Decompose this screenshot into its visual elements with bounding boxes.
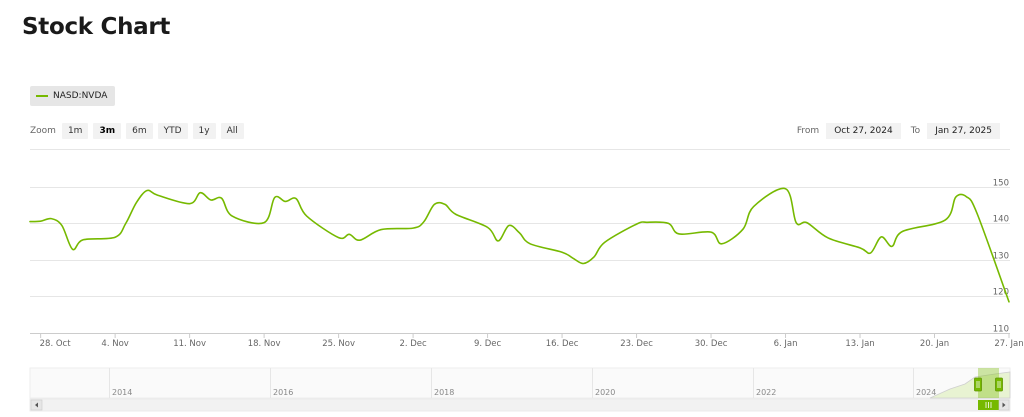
scrollbar-track[interactable] [29,398,1011,412]
price-point [432,202,436,206]
price-point [805,221,809,225]
price-point [901,229,905,233]
price-point [592,255,596,259]
x-axis-ticks: 28. Oct 4. Nov 11. Nov 18. Nov 25. Nov 2. Dec… [30,333,1024,349]
price-point [81,238,85,242]
price-point [581,262,585,266]
price-point [964,195,968,199]
price-point [571,256,575,260]
x-tick-label: 23. Dec [620,339,653,349]
price-point [422,220,426,224]
price-point [645,220,649,224]
x-tick-label: 30. Dec [695,339,728,349]
price-point [134,201,138,205]
price-point [294,197,298,201]
price-point [826,236,830,240]
price-point [28,220,32,224]
price-point [379,228,383,232]
scrollbar[interactable] [29,398,1011,412]
navigator-year-label: 2018 [434,388,454,397]
navigator-background [29,367,1011,399]
y-tick-label: 140 [993,215,1009,225]
price-series-line [29,187,1010,303]
price-point [273,195,277,199]
price-point [784,187,788,191]
price-point [113,235,117,239]
x-tick-label: 11. Nov [173,339,206,349]
x-tick-label: 4. Nov [101,339,128,349]
price-point [145,189,149,193]
price-point [60,224,64,228]
price-point [507,224,511,228]
x-tick-label: 13. Jan [845,339,874,349]
stock-chart[interactable]: 110120130140150 28. Oct 4. Nov 11. Nov 18. … [0,0,1024,417]
navigator-year-label: 2014 [112,388,132,397]
price-point [198,191,202,195]
price-point [603,240,607,244]
price-point [124,221,128,225]
x-tick-label: 18. Nov [248,339,281,349]
price-point [443,202,447,206]
price-point [560,250,564,254]
price-point [496,239,500,243]
price-point [486,225,490,229]
price-point [454,212,458,216]
price-point [709,230,713,234]
price-point [528,242,532,246]
price-point [230,214,234,218]
price-point [943,218,947,222]
y-axis-ticks: 110120130140150 [993,179,1009,335]
grid-lines [30,187,1010,334]
x-tick-label: 9. Dec [474,339,502,349]
price-point [347,232,351,236]
price-point [262,221,266,225]
price-point [869,251,873,255]
price-point [337,236,341,240]
price-point [890,244,894,248]
x-tick-label: 27. Jan [994,339,1023,349]
price-point [1007,300,1011,304]
price-point [720,242,724,246]
x-tick-label: 20. Jan [920,339,949,349]
price-point [975,212,979,216]
navigator-left-handle[interactable] [974,377,982,392]
price-point [209,198,213,202]
price-point [305,214,309,218]
price-point [283,199,287,203]
price-point [954,195,958,199]
price-point [358,238,362,242]
price-point [518,231,522,235]
price-point [677,232,681,236]
price-points [28,187,1011,304]
x-tick-label: 28. Oct [40,339,72,349]
x-tick-label: 25. Nov [322,339,355,349]
price-point [666,221,670,225]
navigator[interactable]: 2014 2016 2018 2020 2022 2024 [29,367,1011,399]
price-point [220,196,224,200]
navigator-year-label: 2022 [756,388,776,397]
price-point [858,246,862,250]
price-point [879,235,883,239]
price-point [188,202,192,206]
price-point [794,221,798,225]
y-tick-label: 150 [993,179,1009,189]
x-tick-label: 16. Dec [546,339,579,349]
price-point [156,193,160,197]
price-point [411,226,415,230]
navigator-right-handle[interactable] [995,377,1003,392]
price-point [71,247,75,251]
y-tick-label: 130 [993,252,1009,262]
navigator-year-label: 2020 [595,388,615,397]
price-point [39,219,43,223]
price-point [49,217,53,221]
price-point [635,222,639,226]
navigator-year-label: 2024 [916,388,936,397]
x-tick-label: 6. Jan [774,339,798,349]
navigator-year-label: 2016 [273,388,293,397]
price-point [752,205,756,209]
x-tick-label: 2. Dec [399,339,427,349]
price-point [741,227,745,231]
